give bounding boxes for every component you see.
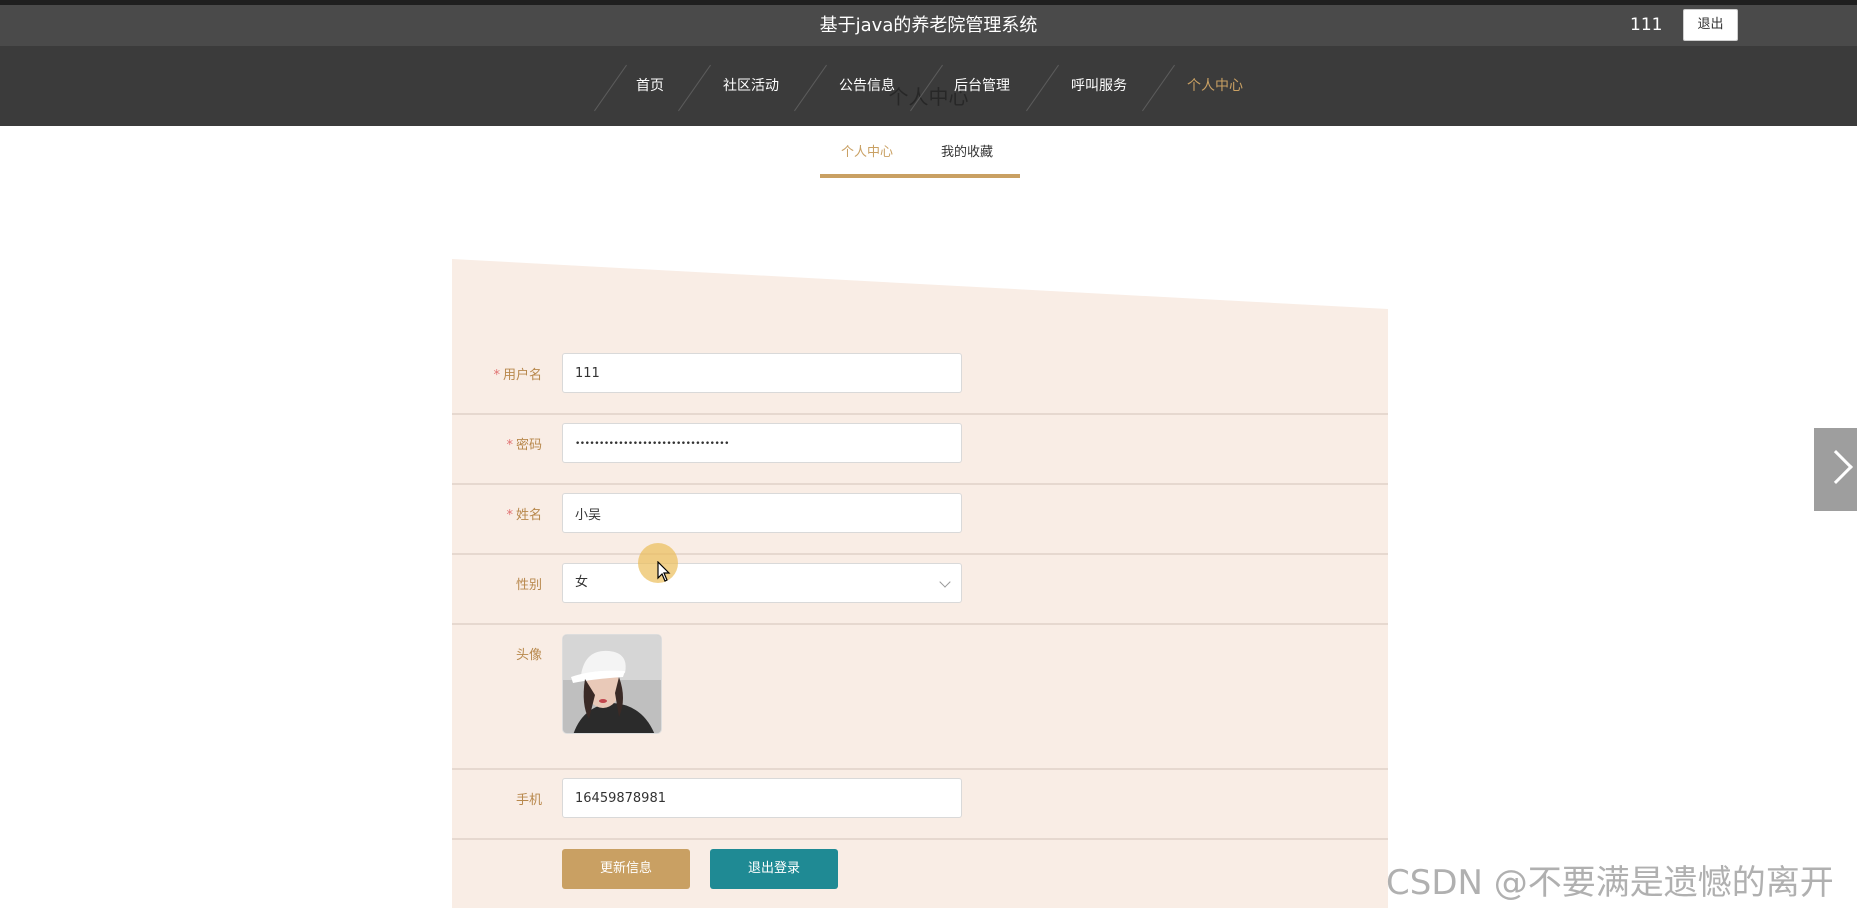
row-divider xyxy=(452,413,1388,415)
name-field[interactable] xyxy=(562,493,962,533)
gender-selected-value: 女 xyxy=(575,575,589,590)
profile-tabs: 个人中心 我的收藏 xyxy=(820,138,1020,178)
phone-label: 手机 xyxy=(515,793,542,808)
site-title: 基于java的养老院管理系统 xyxy=(819,15,1038,36)
nav-item-personal-center[interactable]: 个人中心 xyxy=(1187,46,1243,126)
required-mark: * xyxy=(506,508,513,523)
tab-my-favorites[interactable]: 我的收藏 xyxy=(941,138,993,174)
side-next-button[interactable] xyxy=(1814,428,1857,511)
username-label: * 用户名 xyxy=(452,364,542,383)
chevron-right-icon xyxy=(1819,450,1853,484)
nav-item-community[interactable]: 社区活动 xyxy=(723,46,779,126)
name-label-text: 姓名 xyxy=(515,508,542,523)
password-label: * 密码 xyxy=(452,434,542,453)
avatar-image[interactable] xyxy=(562,634,662,734)
nav-item-home[interactable]: 首页 xyxy=(636,46,664,126)
main-nav: 个人中心 首页 社区活动 公告信息 后台管理 呼叫服务 个人中心 xyxy=(0,46,1857,126)
nav-item-announcements[interactable]: 公告信息 xyxy=(839,46,895,126)
row-divider xyxy=(452,838,1388,840)
username-input[interactable] xyxy=(575,354,961,392)
update-info-button[interactable]: 更新信息 xyxy=(562,849,690,889)
phone-input[interactable] xyxy=(575,779,961,817)
row-divider xyxy=(452,768,1388,770)
row-divider xyxy=(452,623,1388,625)
current-username: 111 xyxy=(1630,15,1663,35)
avatar-portrait-icon xyxy=(563,635,661,733)
tab-underline xyxy=(820,174,1020,178)
gender-label: 性别 xyxy=(515,578,542,593)
chevron-down-icon xyxy=(939,576,951,588)
tab-personal-center[interactable]: 个人中心 xyxy=(841,138,893,174)
username-field[interactable] xyxy=(562,353,962,393)
mouse-cursor-icon xyxy=(657,561,671,582)
title-bar: 基于java的养老院管理系统 111 退出 xyxy=(0,5,1857,46)
password-label-text: 密码 xyxy=(515,438,542,453)
phone-field[interactable] xyxy=(562,778,962,818)
gender-select[interactable]: 女 xyxy=(562,563,962,603)
row-divider xyxy=(452,553,1388,555)
nav-item-call-service[interactable]: 呼叫服务 xyxy=(1071,46,1127,126)
watermark: CSDN @不要满是遗憾的离开 xyxy=(1386,863,1834,903)
top-logout-button[interactable]: 退出 xyxy=(1683,9,1738,41)
required-mark: * xyxy=(506,438,513,453)
username-label-text: 用户名 xyxy=(502,368,542,383)
logout-button[interactable]: 退出登录 xyxy=(710,849,838,889)
required-mark: * xyxy=(493,368,500,383)
row-divider xyxy=(452,483,1388,485)
password-input[interactable]: •••••••••••••••••••••••••••••••• xyxy=(575,439,729,449)
name-label: * 姓名 xyxy=(452,504,542,523)
avatar-label: 头像 xyxy=(515,648,542,663)
password-field[interactable]: •••••••••••••••••••••••••••••••• xyxy=(562,423,962,463)
name-input[interactable] xyxy=(575,494,961,532)
nav-item-admin[interactable]: 后台管理 xyxy=(954,46,1010,126)
